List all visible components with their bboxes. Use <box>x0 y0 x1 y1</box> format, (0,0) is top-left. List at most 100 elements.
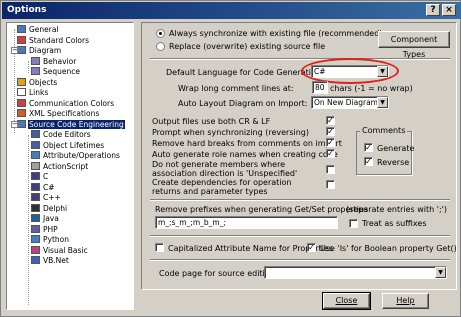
sync-always-label: Always synchronize with existing file (r… <box>169 29 383 38</box>
palette-icon <box>17 35 26 44</box>
tree-item-label: Links <box>29 88 49 97</box>
actionscript-icon <box>31 161 40 170</box>
tree-item[interactable]: Attribute/Operations <box>31 151 121 161</box>
tree-item[interactable]: Links <box>17 88 49 98</box>
lifetime-icon <box>31 140 40 149</box>
tree-item-label: Sequence <box>43 67 80 76</box>
help-title-button[interactable]: ? <box>426 4 440 16</box>
tree-item-label: ActionScript <box>43 161 89 171</box>
tree-connector <box>14 29 15 133</box>
treat-suffix-checkbox[interactable] <box>349 219 358 228</box>
tree-item[interactable]: Object Lifetimes <box>31 140 105 151</box>
tree-item[interactable]: PHP <box>31 224 59 235</box>
tree-item[interactable]: C++ <box>31 193 62 203</box>
comments-title: Comments <box>360 126 408 135</box>
default-language-label: Default Language for Code Generation: <box>166 68 324 77</box>
auto-layout-select[interactable]: On New Diagram ▼ <box>311 96 389 109</box>
prefixes-input[interactable]: m_;s_m_;m_b_m_; <box>155 216 338 229</box>
close-title-button[interactable]: × <box>442 4 456 16</box>
title-bar: Options ? × <box>2 2 461 19</box>
tree-item-label: C <box>43 172 49 181</box>
option-crlf-checkbox[interactable]: ✓ <box>326 116 335 125</box>
use-is-label: Use 'Is' for Boolean property Get() <box>320 244 457 253</box>
close-button-label: Close <box>335 296 358 305</box>
tree-item[interactable]: XML Specifications <box>17 109 100 119</box>
options-tree[interactable]: General Standard Colors Diagram − Behavior Se… <box>6 22 134 310</box>
links-icon <box>17 88 26 96</box>
tree-item[interactable]: Behavior <box>31 56 77 67</box>
tree-item-label: Diagram <box>29 46 62 55</box>
auto-layout-value: On New Diagram <box>314 98 378 107</box>
option-unspecified-label: Do not generate members where associatio… <box>152 160 298 178</box>
capitalize-checkbox[interactable] <box>155 243 164 252</box>
help-button[interactable]: Help <box>382 293 429 309</box>
options-dialog: Options ? × General Standard Colors Diagra… <box>0 0 461 317</box>
option-role-names-checkbox[interactable]: ✓ <box>326 149 335 158</box>
tree-item[interactable]: Code Editors <box>31 130 92 140</box>
tree-item[interactable]: General <box>17 25 60 35</box>
component-types-button[interactable]: Component Types <box>378 31 450 59</box>
wrap-input[interactable]: 80 <box>312 81 328 94</box>
close-button[interactable]: Close <box>322 292 371 310</box>
option-remove-breaks-checkbox[interactable]: ✓ <box>326 138 335 147</box>
option-prompt-checkbox[interactable]: ✓ <box>326 127 335 136</box>
wrap-label: Wrap long comment lines at: <box>178 84 294 93</box>
attribute-icon <box>31 151 40 159</box>
tree-item-label: Java <box>43 214 59 223</box>
code-icon <box>17 119 26 128</box>
tree-item[interactable]: C <box>31 172 49 182</box>
option-crlf-label: Output files use both CR & LF <box>152 117 271 126</box>
code-page-label: Code page for source editing: <box>159 269 278 278</box>
tree-item-label: Object Lifetimes <box>43 140 105 150</box>
code-page-select[interactable]: ▼ <box>264 266 447 279</box>
tree-item[interactable]: Java <box>31 214 60 224</box>
tree-item-label: Communication Colors <box>29 98 114 108</box>
objects-icon <box>17 77 26 86</box>
tree-item[interactable]: Sequence <box>31 67 81 77</box>
tree-item-label: Attribute/Operations <box>43 151 120 160</box>
tree-item[interactable]: Communication Colors <box>17 98 115 109</box>
sync-always-radio[interactable] <box>156 29 165 38</box>
tree-item-label: XML Specifications <box>29 109 100 118</box>
option-remove-breaks-label: Remove hard breaks from comments on impo… <box>152 139 342 148</box>
tree-item[interactable]: Delphi <box>31 203 68 214</box>
prefixes-label: Remove prefixes when generating Get/Set … <box>155 205 369 214</box>
tree-item[interactable]: Python <box>31 235 70 245</box>
tree-item[interactable]: VB.Net <box>31 256 70 266</box>
tree-item[interactable]: Objects <box>17 77 58 88</box>
tree-item-label: Delphi <box>43 203 68 213</box>
divider <box>150 259 450 261</box>
xml-icon <box>17 109 26 117</box>
tree-item[interactable]: ActionScript <box>31 161 89 172</box>
treat-suffix-label: Treat as suffixes <box>362 219 427 228</box>
vbnet-icon <box>31 256 40 264</box>
tree-item-label: General <box>29 25 59 34</box>
tree-item[interactable]: Source Code Engineering <box>17 119 125 130</box>
help-button-label: Help <box>396 296 415 305</box>
use-is-checkbox[interactable]: ✓ <box>307 243 316 252</box>
chevron-down-icon[interactable]: ▼ <box>377 97 388 108</box>
option-unspecified-checkbox[interactable] <box>326 165 335 174</box>
php-icon <box>31 224 40 233</box>
tree-connector <box>28 61 29 73</box>
collapse-icon[interactable]: − <box>11 120 18 128</box>
sync-replace-radio[interactable] <box>156 42 165 51</box>
palette-icon <box>17 98 26 107</box>
collapse-icon[interactable]: − <box>11 47 18 54</box>
tree-item-label: PHP <box>43 224 58 234</box>
window-title: Options <box>7 5 47 15</box>
tree-item[interactable]: Diagram <box>17 46 62 56</box>
option-role-names-label: Auto generate role names when creating c… <box>152 150 338 159</box>
tree-item-label: Objects <box>29 77 58 87</box>
comments-generate-checkbox[interactable]: ✓ <box>364 143 373 152</box>
comments-reverse-checkbox[interactable]: ✓ <box>364 157 373 166</box>
chevron-down-icon[interactable]: ▼ <box>435 267 446 278</box>
tree-item[interactable]: Visual Basic <box>31 245 89 256</box>
tree-item-label: Visual Basic <box>43 245 88 255</box>
option-dependencies-label: Create dependencies for operation return… <box>152 178 292 196</box>
csharp-icon <box>31 182 40 191</box>
option-dependencies-checkbox[interactable] <box>326 180 335 189</box>
tree-item[interactable]: Standard Colors <box>17 35 90 46</box>
tree-item[interactable]: C# <box>31 182 56 193</box>
sequence-icon <box>31 67 40 75</box>
